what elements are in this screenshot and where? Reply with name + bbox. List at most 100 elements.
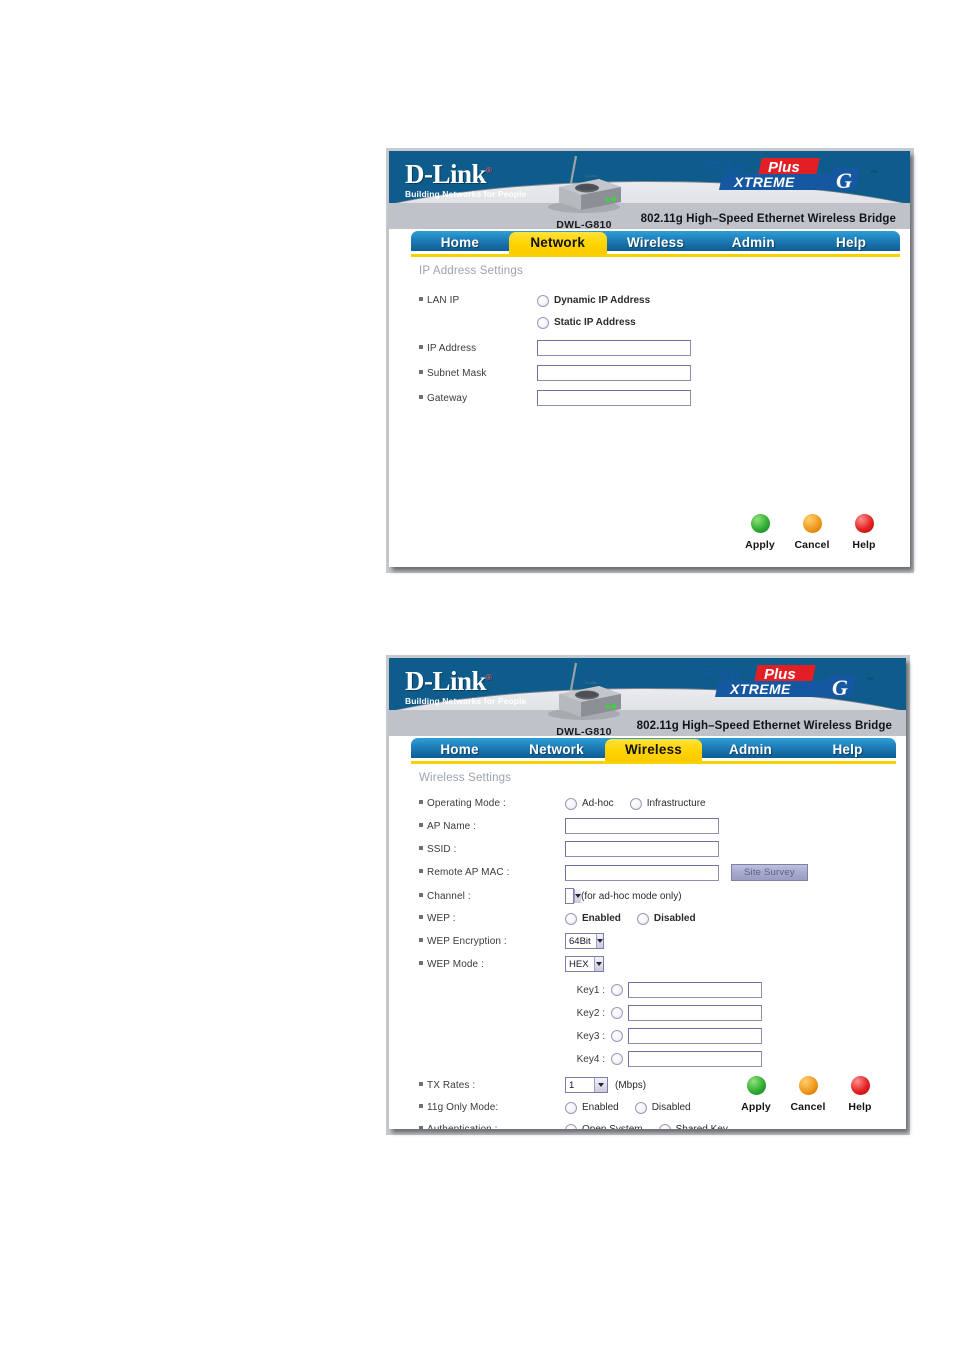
tab-home[interactable]: Home <box>411 739 508 761</box>
bullet-icon <box>419 1104 423 1109</box>
label-remote-ap-mac: Remote AP MAC : <box>419 867 537 878</box>
hint-tx-rates: (Mbps) <box>615 1079 647 1091</box>
tab-wireless[interactable]: Wireless <box>607 232 705 254</box>
device-model-label: DWL-G810 <box>556 726 612 736</box>
help-label: Help <box>848 1101 872 1113</box>
bullet-icon <box>419 800 423 805</box>
label-channel: Channel : <box>419 891 537 902</box>
section-title-ip-address-settings: IP Address Settings <box>419 265 523 277</box>
radio-shared-key[interactable] <box>658 1123 671 1129</box>
input-subnet-mask[interactable] <box>537 365 691 381</box>
radio-key4[interactable] <box>611 1053 623 1065</box>
tab-home[interactable]: Home <box>411 232 509 254</box>
label-dynamic-ip[interactable]: Dynamic IP Address <box>554 295 650 306</box>
row-key4: Key4 : <box>565 1051 906 1067</box>
bullet-icon <box>419 892 423 897</box>
radio-key3[interactable] <box>611 1030 623 1042</box>
radio-static-ip[interactable] <box>537 316 549 329</box>
tab-help[interactable]: Help <box>799 739 896 761</box>
input-ssid[interactable] <box>565 841 719 857</box>
select-channel[interactable] <box>565 888 581 904</box>
radio-key1[interactable] <box>611 984 623 996</box>
dlink-registered-mark: ® <box>486 673 492 682</box>
cancel-button[interactable]: Cancel <box>786 1076 830 1115</box>
select-tx-rates[interactable]: 1 <box>565 1077 608 1093</box>
chevron-down-icon <box>595 934 603 948</box>
input-key4[interactable] <box>628 1051 762 1067</box>
label-wep-enabled[interactable]: Enabled <box>582 913 621 924</box>
help-button[interactable]: Help <box>842 514 886 553</box>
label-wep-encryption: WEP Encryption : <box>419 936 537 947</box>
radio-open-system[interactable] <box>565 1123 577 1129</box>
cancel-button[interactable]: Cancel <box>790 514 834 553</box>
dlink-tagline: Building Networks for People <box>405 189 527 199</box>
label-tx-rates: TX Rates : <box>419 1080 537 1091</box>
label-key3: Key3 : <box>576 1030 605 1042</box>
svg-text:XTREME: XTREME <box>733 174 795 190</box>
svg-text:XTREME: XTREME <box>729 681 791 697</box>
input-key1[interactable] <box>628 982 762 998</box>
radio-infrastructure[interactable] <box>629 797 642 810</box>
input-remote-ap-mac[interactable] <box>565 864 719 881</box>
bullet-icon <box>419 915 423 920</box>
dwl-g810-device-icon: D-Link <box>548 155 621 213</box>
tab-network[interactable]: Network <box>508 232 607 254</box>
radio-dynamic-ip[interactable] <box>537 294 549 307</box>
tab-help[interactable]: Help <box>802 232 900 254</box>
svg-text:D-Link: D-Link <box>585 680 597 685</box>
row-remote-ap-mac: Remote AP MAC : Site Survey <box>419 864 906 881</box>
label-subnet-mask: Subnet Mask <box>419 368 537 379</box>
label-11g-disabled[interactable]: Disabled <box>652 1102 691 1113</box>
label-open-system[interactable]: Open System <box>582 1124 643 1129</box>
tab-admin[interactable]: Admin <box>702 739 799 761</box>
select-wep-encryption-value: 64Bit <box>569 935 591 947</box>
label-shared-key[interactable]: Shared Key <box>676 1124 728 1129</box>
radio-key2[interactable] <box>611 1007 623 1019</box>
label-static-ip[interactable]: Static IP Address <box>554 317 636 328</box>
input-ap-name[interactable] <box>565 818 719 834</box>
help-button[interactable]: Help <box>838 1076 882 1115</box>
apply-button[interactable]: Apply <box>734 1076 778 1115</box>
bullet-icon <box>419 937 423 942</box>
check-circle-icon <box>750 514 770 533</box>
wireless-content: Wireless Settings Operating Mode : Ad-ho… <box>389 764 906 1129</box>
brand-header-network: D-Link® Building Networks for People D-L… <box>389 151 910 229</box>
label-ad-hoc[interactable]: Ad-hoc <box>582 798 614 809</box>
radio-wep-disabled[interactable] <box>636 912 649 925</box>
row-subnet-mask: Subnet Mask <box>419 365 910 381</box>
label-infrastructure[interactable]: Infrastructure <box>647 798 706 809</box>
airplus-xtreme-g-logo: Air Plus XTREME G ™ <box>704 158 877 193</box>
select-wep-mode[interactable]: HEX <box>565 956 604 972</box>
cancel-label: Cancel <box>794 539 830 551</box>
label-key1: Key1 : <box>576 984 605 996</box>
tab-network[interactable]: Network <box>508 739 605 761</box>
input-key3[interactable] <box>628 1028 762 1044</box>
apply-button[interactable]: Apply <box>738 514 782 553</box>
product-description: 802.11g High–Speed Ethernet Wireless Bri… <box>640 213 896 225</box>
label-11g-only-mode: 11g Only Mode: <box>419 1102 537 1113</box>
label-wep-disabled[interactable]: Disabled <box>654 913 696 924</box>
svg-text:™: ™ <box>866 677 873 684</box>
radio-wep-enabled[interactable] <box>565 912 577 925</box>
device-image-wrap: D-Link DWL-G810 <box>529 660 639 736</box>
input-gateway[interactable] <box>537 390 691 406</box>
radio-11g-disabled[interactable] <box>634 1101 647 1114</box>
label-ip-address: IP Address <box>419 343 537 354</box>
wireless-panel-inner: D-Link® Building Networks for People D-L… <box>389 658 906 1129</box>
network-config-panel: D-Link® Building Networks for People D-L… <box>386 148 914 573</box>
input-key2[interactable] <box>628 1005 762 1021</box>
x-circle-icon <box>802 514 822 533</box>
row-authentication: Authentication : Open System Shared Key <box>419 1122 906 1129</box>
row-key3: Key3 : <box>565 1028 906 1044</box>
input-ip-address[interactable] <box>537 340 691 356</box>
tab-admin[interactable]: Admin <box>704 232 802 254</box>
select-tx-rates-value: 1 <box>569 1079 575 1091</box>
radio-11g-enabled[interactable] <box>565 1101 577 1114</box>
apply-label: Apply <box>745 539 775 551</box>
label-11g-enabled[interactable]: Enabled <box>582 1102 619 1113</box>
radio-ad-hoc[interactable] <box>565 797 577 810</box>
tab-wireless[interactable]: Wireless <box>605 739 702 761</box>
select-wep-encryption[interactable]: 64Bit <box>565 933 604 949</box>
row-wep-encryption: WEP Encryption : 64Bit <box>419 933 906 949</box>
site-survey-button[interactable]: Site Survey <box>731 864 808 881</box>
